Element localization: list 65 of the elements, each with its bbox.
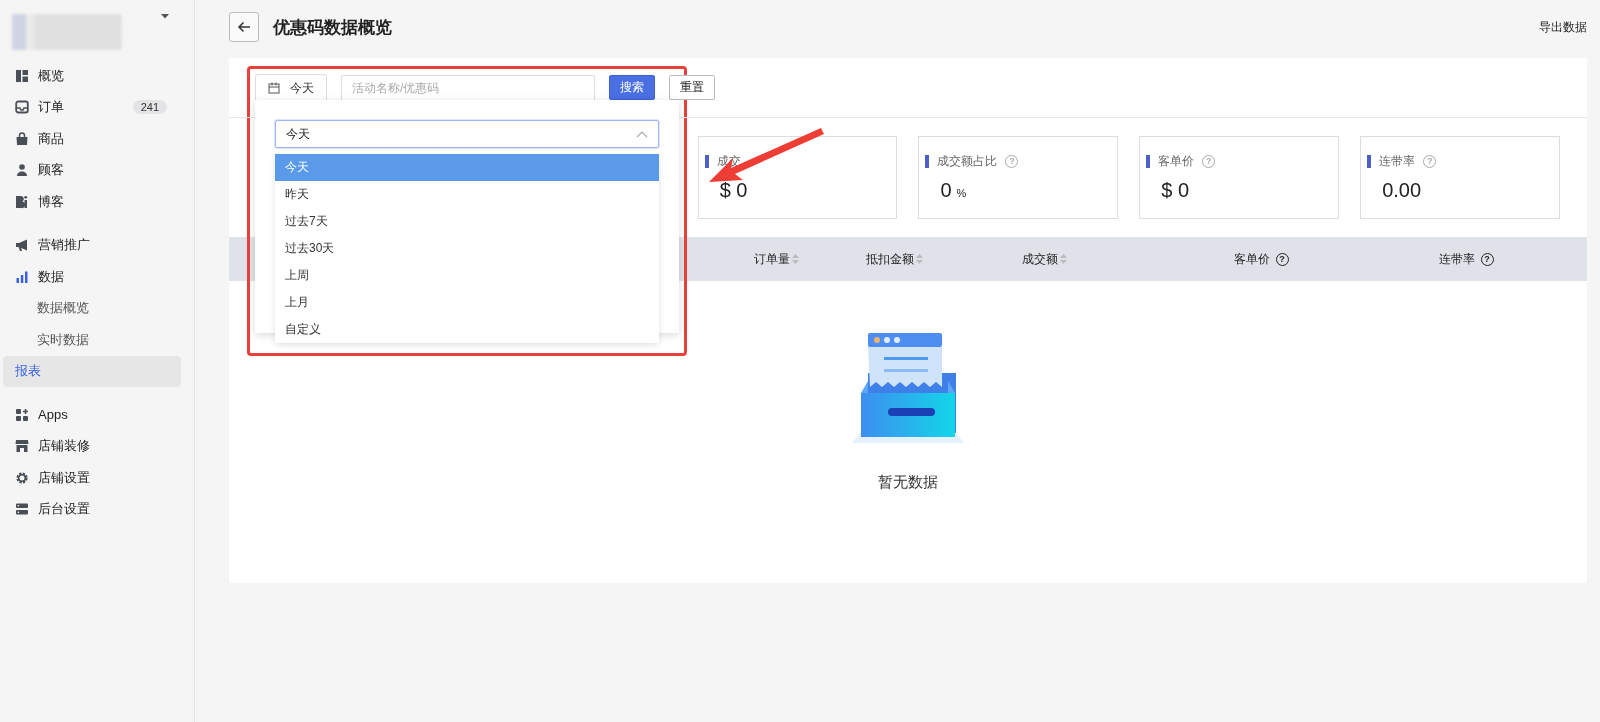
sidebar-item[interactable]: Apps — [0, 399, 181, 431]
apps-icon — [15, 407, 29, 422]
accent-bar — [925, 155, 930, 168]
back-button[interactable] — [229, 12, 259, 42]
sidebar-item[interactable]: 后台设置 — [0, 493, 181, 525]
sort-icon — [1060, 254, 1067, 264]
date-range-button[interactable]: 今天 — [255, 73, 327, 102]
dropdown-option[interactable]: 上周 — [275, 262, 659, 289]
caret-icon — [161, 14, 169, 19]
sidebar-item[interactable]: 顾客 — [0, 154, 181, 186]
accent-bar — [1367, 155, 1372, 168]
stat-value: 0.00 — [1382, 179, 1422, 202]
server-icon — [15, 502, 29, 517]
search-field[interactable]: 活动名称/优惠码 — [341, 74, 595, 101]
sort-icon — [916, 254, 923, 264]
column-header: 客单价 ? — [1162, 250, 1360, 268]
sidebar-subitem[interactable]: 实时数据 — [3, 324, 181, 356]
storefront-icon — [15, 439, 29, 454]
dropdown-option[interactable]: 上月 — [275, 289, 659, 316]
dropdown-option[interactable]: 过去7天 — [275, 208, 659, 235]
sidebar-item[interactable]: 店铺设置 — [0, 462, 181, 494]
export-link[interactable]: 导出数据 — [1539, 18, 1587, 36]
layout-icon — [15, 68, 29, 83]
stat-value: $ 0 — [1161, 179, 1190, 202]
sidebar-item[interactable]: 博客 — [0, 186, 181, 218]
stat-label: 连带率 — [1379, 153, 1416, 170]
sort-icon — [792, 254, 799, 264]
bag-icon — [15, 131, 29, 146]
blog-icon — [15, 194, 29, 209]
stat-label: 客单价 — [1158, 153, 1195, 170]
settings-icon — [15, 470, 29, 485]
accent-bar — [704, 155, 709, 168]
bar-chart-icon — [15, 269, 29, 284]
count-badge: 241 — [132, 100, 167, 115]
megaphone-icon — [15, 238, 29, 253]
column-header: 抵扣金额 — [866, 250, 1022, 268]
sidebar-item[interactable]: 营销推广 — [0, 229, 181, 261]
search-button[interactable]: 搜索 — [609, 75, 655, 100]
stat-value: 0 — [940, 179, 952, 202]
dropdown-option[interactable]: 过去30天 — [275, 235, 659, 262]
sidebar-item[interactable]: 店铺装修 — [0, 430, 181, 462]
stat-label: 成交额占比 — [937, 153, 998, 170]
column-header: 订单量 — [754, 250, 866, 268]
date-select[interactable]: 今天 — [275, 120, 659, 148]
sidebar-item[interactable]: 数据 — [0, 261, 181, 293]
sidebar-item[interactable]: 概览 — [0, 60, 181, 92]
page-title: 优惠码数据概览 — [273, 16, 393, 39]
sidebar-item[interactable]: 商品 — [0, 123, 181, 155]
empty-state-text: 暂无数据 — [878, 473, 938, 492]
sidebar-item[interactable]: 订单 241 — [0, 91, 181, 123]
inbox-icon — [15, 100, 29, 115]
sidebar-subitem[interactable]: 数据概览 — [3, 292, 181, 324]
column-header: 连带率 ? — [1360, 250, 1572, 268]
back-arrow-icon — [236, 20, 252, 34]
stat-value: $ 0 — [719, 179, 748, 202]
dropdown-option[interactable]: 自定义 — [275, 316, 659, 343]
dropdown-option[interactable]: 昨天 — [275, 181, 659, 208]
reset-button[interactable]: 重置 — [669, 75, 715, 100]
column-header: 成交额 — [1022, 250, 1162, 268]
sidebar-subitem[interactable]: 报表 — [3, 355, 181, 387]
calendar-icon — [268, 82, 280, 94]
accent-bar — [1146, 155, 1151, 168]
stat-unit: % — [956, 187, 967, 199]
chevron-up-icon — [636, 130, 648, 138]
person-icon — [15, 163, 29, 178]
